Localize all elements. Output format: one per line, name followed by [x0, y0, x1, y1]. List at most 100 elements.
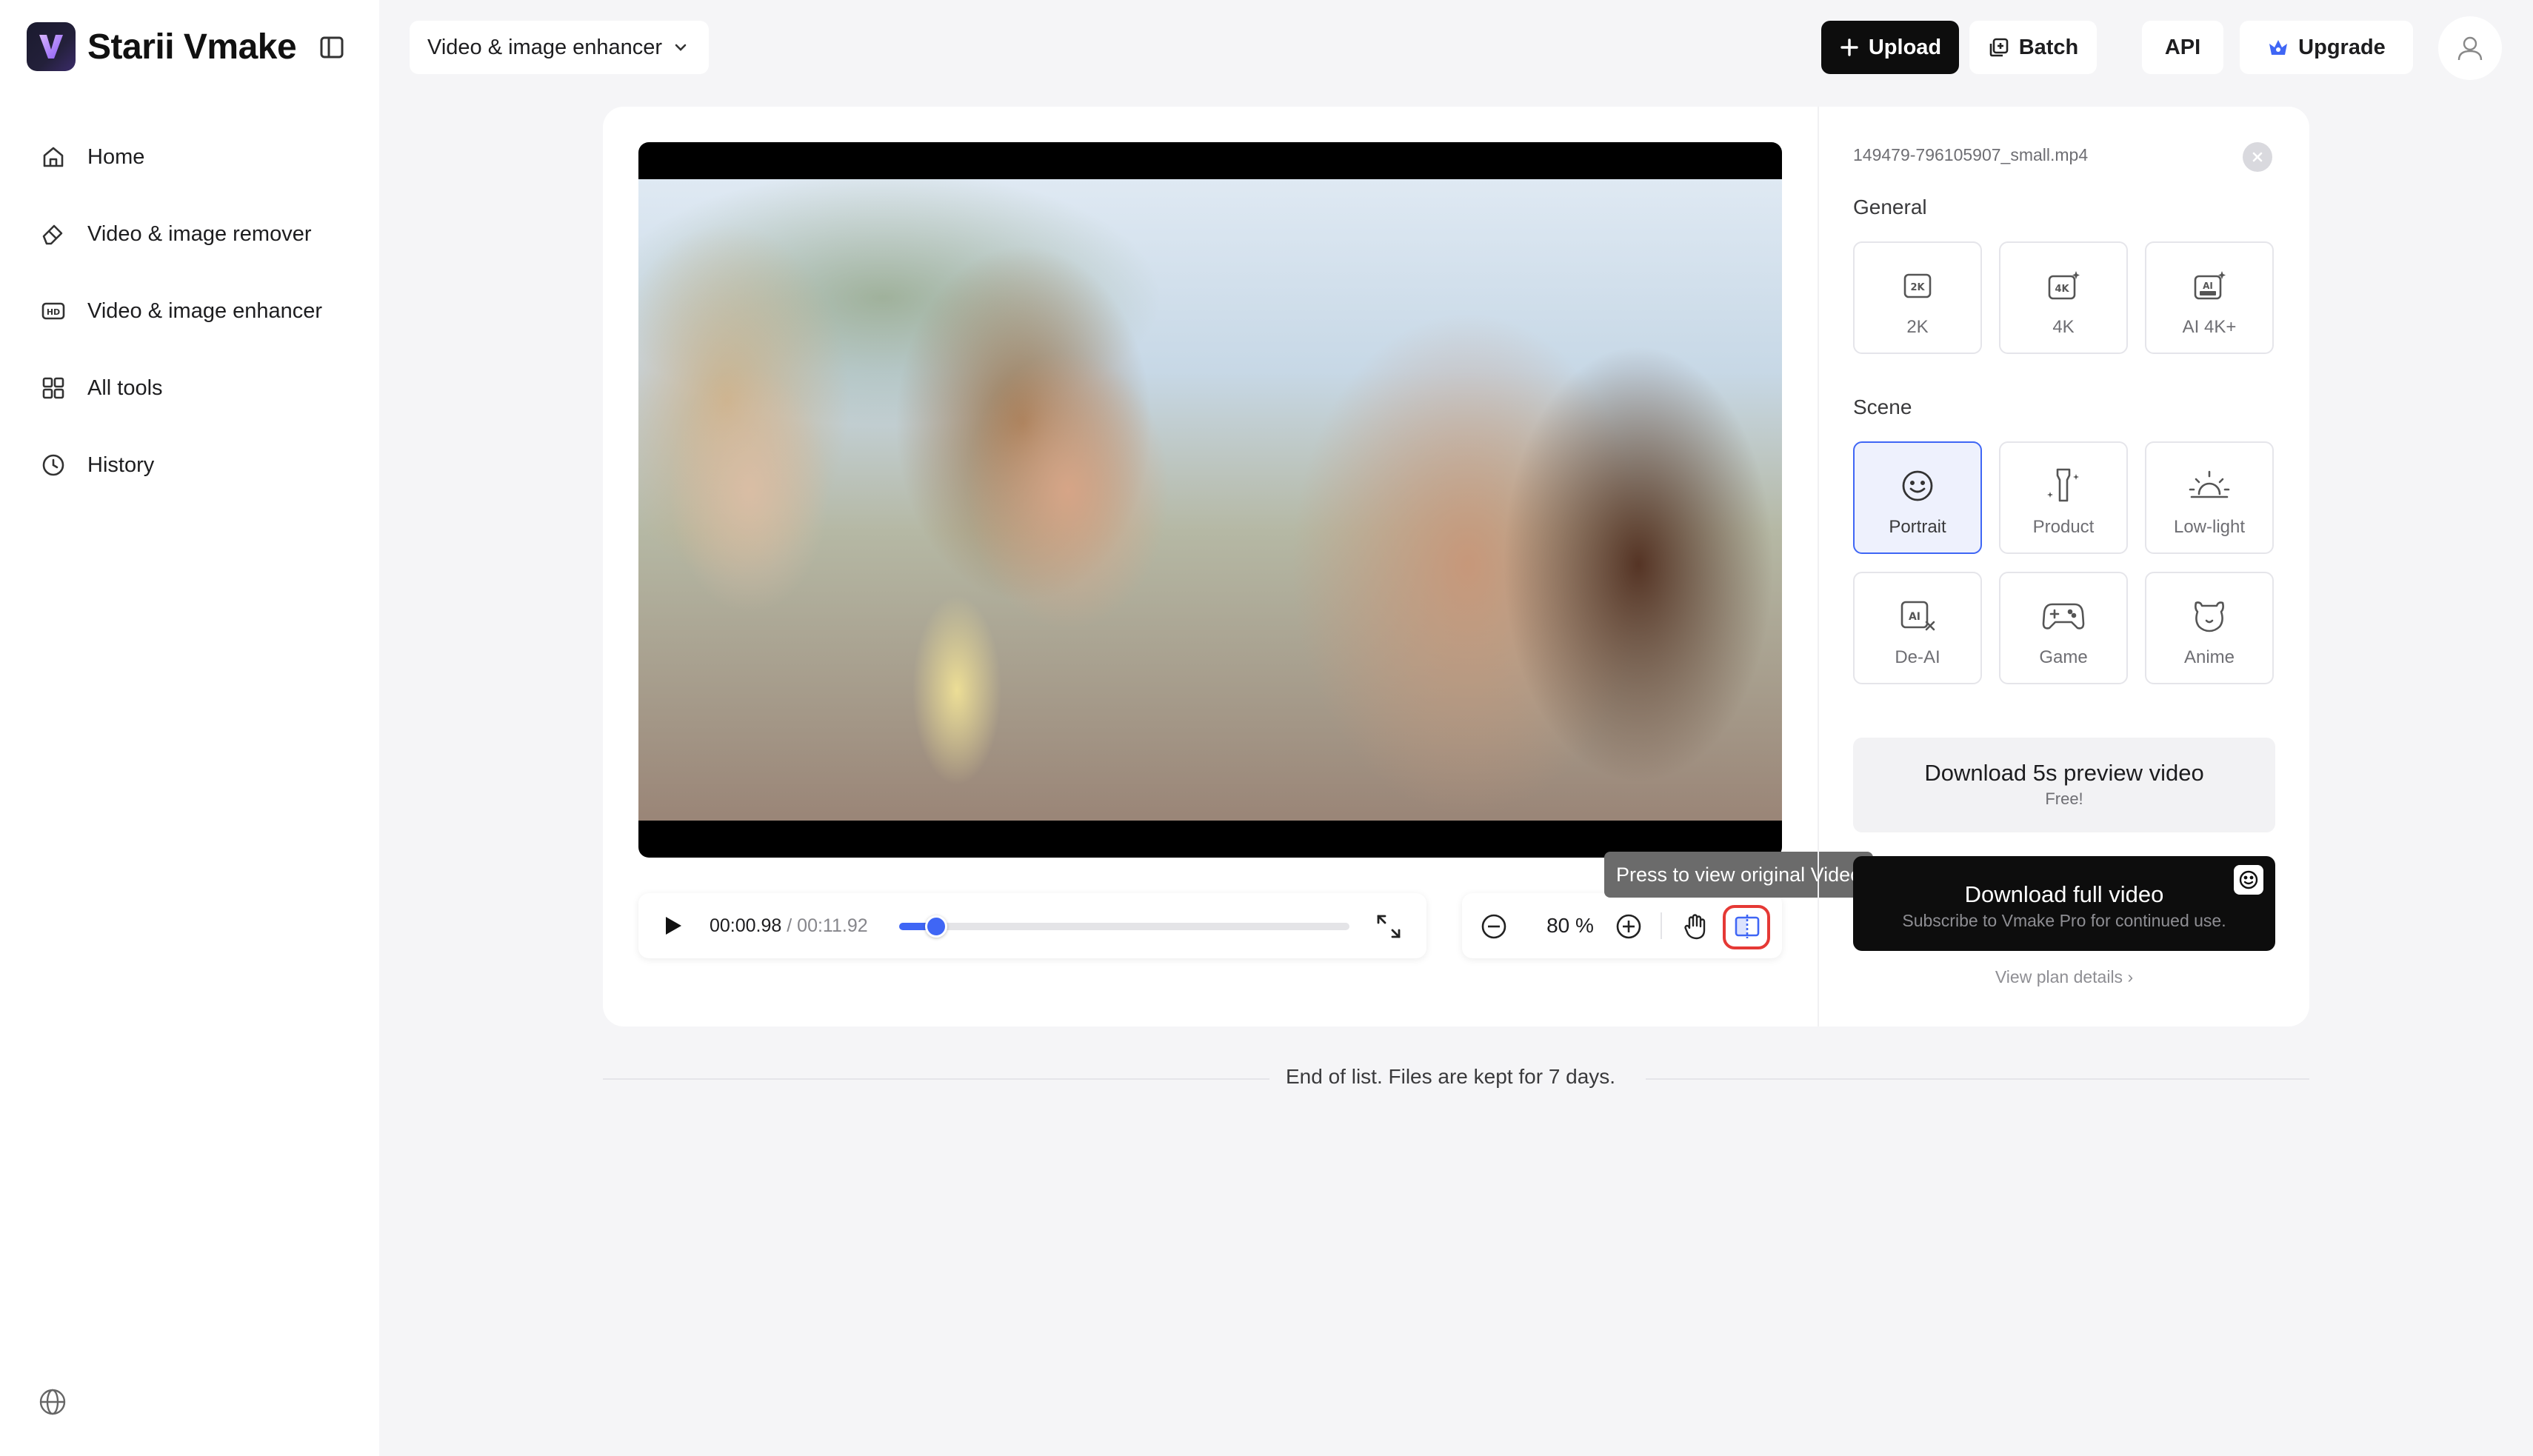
sidebar-item-label: All tools [87, 375, 163, 400]
download-full-title: Download full video [1964, 881, 2164, 907]
api-label: API [2164, 35, 2201, 59]
video-preview[interactable] [638, 142, 1782, 858]
option-label: Product [2032, 517, 2095, 537]
sidebar-item-home[interactable]: Home [27, 118, 353, 196]
language-globe-icon[interactable] [37, 1386, 68, 1417]
zoom-controls: 80 % [1462, 893, 1782, 958]
sidebar-item-all-tools[interactable]: All tools [27, 350, 353, 427]
batch-icon [1989, 38, 2009, 57]
end-divider-right [1646, 1078, 2309, 1080]
video-frame [638, 179, 1782, 821]
grid-icon [39, 373, 68, 403]
home-icon [39, 142, 68, 172]
download-preview-title: Download 5s preview video [1924, 760, 2204, 786]
upload-label: Upload [1868, 35, 1942, 59]
option-label: AI 4K+ [2182, 317, 2237, 337]
total-time: / 00:11.92 [787, 915, 868, 936]
progress-track[interactable] [899, 915, 1349, 938]
zoom-in-icon[interactable] [1613, 911, 1644, 942]
plus-icon [1840, 39, 1858, 56]
current-time: 00:00.98 [710, 915, 782, 936]
bear-icon [2146, 597, 2272, 635]
2k-icon: 2K [1855, 267, 1980, 305]
player-controls: 00:00.98 / 00:11.92 [638, 893, 1426, 958]
sidebar-item-history[interactable]: History [27, 427, 353, 504]
end-divider-left [603, 1078, 1269, 1080]
eraser-icon [39, 219, 68, 249]
hand-pan-icon[interactable] [1680, 911, 1711, 942]
view-plan-link[interactable]: View plan details › [1853, 967, 2275, 987]
end-of-list-note: End of list. Files are kept for 7 days. [1286, 1065, 1616, 1088]
option-label: Game [2039, 647, 2088, 667]
scene-anime[interactable]: Anime [2145, 572, 2274, 684]
scene-game[interactable]: Game [1999, 572, 2128, 684]
option-label: De-AI [1895, 647, 1940, 667]
sidebar-toggle-icon[interactable] [317, 33, 347, 62]
hd-icon: HD [39, 296, 68, 326]
ai-4k-ultra-icon: AI [2146, 267, 2272, 305]
upload-button[interactable]: Upload [1821, 21, 1959, 74]
user-icon [2457, 36, 2483, 61]
fullscreen-icon[interactable] [1375, 912, 1403, 941]
scene-low-light[interactable]: Low-light [2145, 441, 2274, 554]
file-name: 149479-796105907_small.mp4 [1853, 145, 2089, 164]
bottle-sparkle-icon [2000, 467, 2126, 505]
app-logo [27, 22, 76, 71]
play-icon [666, 917, 681, 935]
view-plan-label: View plan details [1995, 967, 2123, 986]
sidebar-item-label: Video & image remover [87, 221, 312, 246]
user-avatar[interactable] [2438, 16, 2502, 80]
scene-portrait[interactable]: Portrait [1853, 441, 1982, 554]
clock-icon [39, 450, 68, 480]
zoom-out-icon[interactable] [1478, 911, 1509, 942]
svg-text:2K: 2K [1910, 282, 1925, 293]
batch-label: Batch [2018, 35, 2079, 59]
sunrise-icon [2146, 467, 2272, 505]
tool-selector-dropdown[interactable]: Video & image enhancer [410, 21, 709, 74]
smiley-icon [1855, 467, 1980, 505]
scene-section-title: Scene [1853, 395, 1912, 418]
option-label: 4K [2052, 317, 2075, 337]
upgrade-label: Upgrade [2298, 35, 2386, 59]
compare-tooltip: Press to view original Video [1604, 852, 1874, 898]
chevron-down-icon [675, 44, 687, 51]
download-full-button[interactable]: Download full video Subscribe to Vmake P… [1853, 856, 2275, 951]
upgrade-button[interactable]: Upgrade [2240, 21, 2413, 74]
zoom-separator [1661, 912, 1662, 939]
download-full-sub: Subscribe to Vmake Pro for continued use… [1902, 911, 2226, 930]
svg-text:AI: AI [1909, 611, 1920, 623]
option-label: 2K [1906, 317, 1929, 337]
api-button[interactable]: API [2142, 21, 2223, 74]
option-label: Portrait [1889, 517, 1946, 537]
4k-icon: 4K [2000, 267, 2126, 305]
crown-icon [2269, 40, 2288, 55]
option-ai-4k-plus[interactable]: AI AI 4K+ [2145, 241, 2274, 354]
scene-product[interactable]: Product [1999, 441, 2128, 554]
option-4k[interactable]: 4K 4K [1999, 241, 2128, 354]
sidebar-nav: Home Video & image remover HD Video & im… [27, 118, 353, 504]
app-name: Starii Vmake [87, 27, 297, 67]
svg-text:4K: 4K [2055, 284, 2069, 295]
compare-original-icon[interactable] [1732, 911, 1763, 942]
play-button[interactable] [659, 912, 686, 939]
feedback-smiley-icon[interactable] [2234, 865, 2263, 895]
time-display: 00:00.98 / 00:11.92 [710, 914, 868, 938]
option-label: Anime [2183, 647, 2235, 667]
close-file-button[interactable] [2243, 142, 2272, 172]
scene-de-ai[interactable]: AI De-AI [1853, 572, 1982, 684]
general-section-title: General [1853, 196, 1927, 218]
sidebar-item-remover[interactable]: Video & image remover [27, 196, 353, 273]
batch-button[interactable]: Batch [1969, 21, 2097, 74]
ai-cross-icon: AI [1855, 597, 1980, 635]
sidebar-item-label: Home [87, 144, 145, 169]
option-2k[interactable]: 2K 2K [1853, 241, 1982, 354]
sidebar-item-enhancer[interactable]: HD Video & image enhancer [27, 273, 353, 350]
option-label: Low-light [2173, 517, 2246, 537]
svg-text:AI: AI [2203, 281, 2213, 291]
progress-thumb[interactable] [924, 915, 947, 938]
sidebar-item-label: Video & image enhancer [87, 298, 323, 323]
brand[interactable]: Starii Vmake [27, 21, 297, 73]
sidebar-item-label: History [87, 453, 155, 477]
svg-text:HD: HD [47, 307, 60, 317]
download-preview-button[interactable]: Download 5s preview video Free! [1853, 738, 2275, 832]
